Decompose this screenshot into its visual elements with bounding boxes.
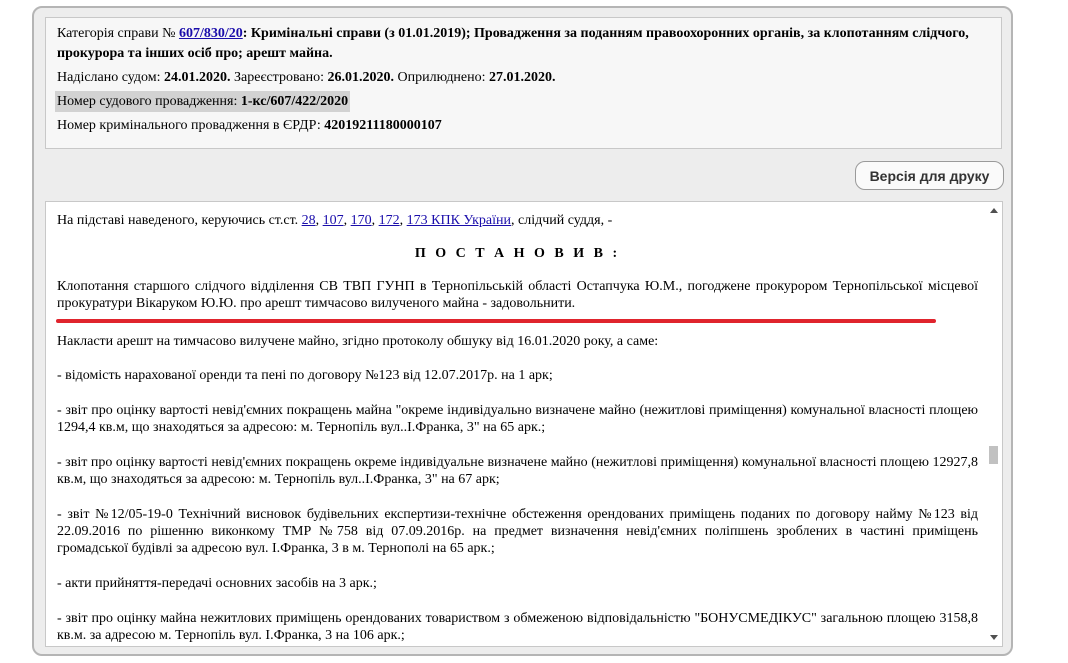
list-item: - акти прийняття-передачі основних засоб… <box>57 576 377 591</box>
law-link-173[interactable]: 173 КПК України <box>407 213 511 228</box>
law-link-170[interactable]: 170 <box>351 213 372 228</box>
court-number-label: Номер судового провадження: <box>57 94 238 109</box>
ruling-paragraph-arrest: Накласти арешт на тимчасово вилучене май… <box>57 334 659 349</box>
list-item: - звіт про оцінку вартості невід'ємних п… <box>57 403 978 435</box>
ruling-heading: П О С Т А Н О В И В : <box>414 246 621 261</box>
case-category: Категорія справи № 607/830/20: Криміналь… <box>57 24 990 64</box>
intro-paragraph: На підставі наведеного, керуючись ст.ст.… <box>57 213 613 228</box>
print-version-button[interactable]: Версія для друку <box>855 161 1004 190</box>
scroll-down-arrow-icon[interactable] <box>990 635 998 640</box>
erdr-label: Номер кримінального провадження в ЄРДР: <box>57 118 321 133</box>
court-number: 1-кс/607/422/2020 <box>240 94 349 109</box>
intro-suffix: , слідчий суддя, - <box>511 213 613 228</box>
court-proceeding-row: Номер судового провадження: 1-кс/607/422… <box>55 91 990 112</box>
category-label: Категорія справи № <box>57 26 176 41</box>
red-underline-annotation <box>56 319 936 323</box>
ruling-paragraph-granted: Клопотання старшого слідчого відділення … <box>57 279 978 311</box>
erdr-number: 42019211180000107 <box>324 118 442 133</box>
scroll-up-arrow-icon[interactable] <box>990 208 998 213</box>
case-dates: Надіслано судом: 24.01.2020. Зареєстрова… <box>57 67 990 88</box>
registered-date: 26.01.2020. <box>327 70 394 85</box>
sent-label: Надіслано судом: <box>57 70 161 85</box>
document-viewer[interactable]: На підставі наведеного, керуючись ст.ст.… <box>45 201 1003 647</box>
published-date: 27.01.2020. <box>489 70 556 85</box>
list-item: - звіт №12/05-19-0 Технічний висновок бу… <box>57 507 978 556</box>
list-item: - звіт про оцінку майна нежитлових примі… <box>57 611 978 643</box>
law-link-172[interactable]: 172 <box>379 213 400 228</box>
published-label: Оприлюднено: <box>397 70 486 85</box>
sent-date: 24.01.2020. <box>164 70 231 85</box>
law-link-28[interactable]: 28 <box>302 213 316 228</box>
erdr-row: Номер кримінального провадження в ЄРДР: … <box>57 115 990 136</box>
registered-label: Зареєстровано: <box>234 70 324 85</box>
vertical-scrollbar[interactable] <box>985 202 1002 646</box>
case-panel: Категорія справи № 607/830/20: Криміналь… <box>32 6 1013 656</box>
list-item: - звіт про оцінку вартості невід'ємних п… <box>57 455 978 487</box>
case-number-link[interactable]: 607/830/20 <box>179 26 243 41</box>
list-item: - відомість нарахованої оренди та пені п… <box>57 368 553 383</box>
law-link-107[interactable]: 107 <box>323 213 344 228</box>
court-proceeding-highlight: Номер судового провадження: 1-кс/607/422… <box>55 91 351 112</box>
case-info-box: Категорія справи № 607/830/20: Криміналь… <box>45 17 1002 149</box>
intro-prefix: На підставі наведеного, керуючись ст.ст. <box>57 213 299 228</box>
scrollbar-thumb[interactable] <box>989 446 998 464</box>
